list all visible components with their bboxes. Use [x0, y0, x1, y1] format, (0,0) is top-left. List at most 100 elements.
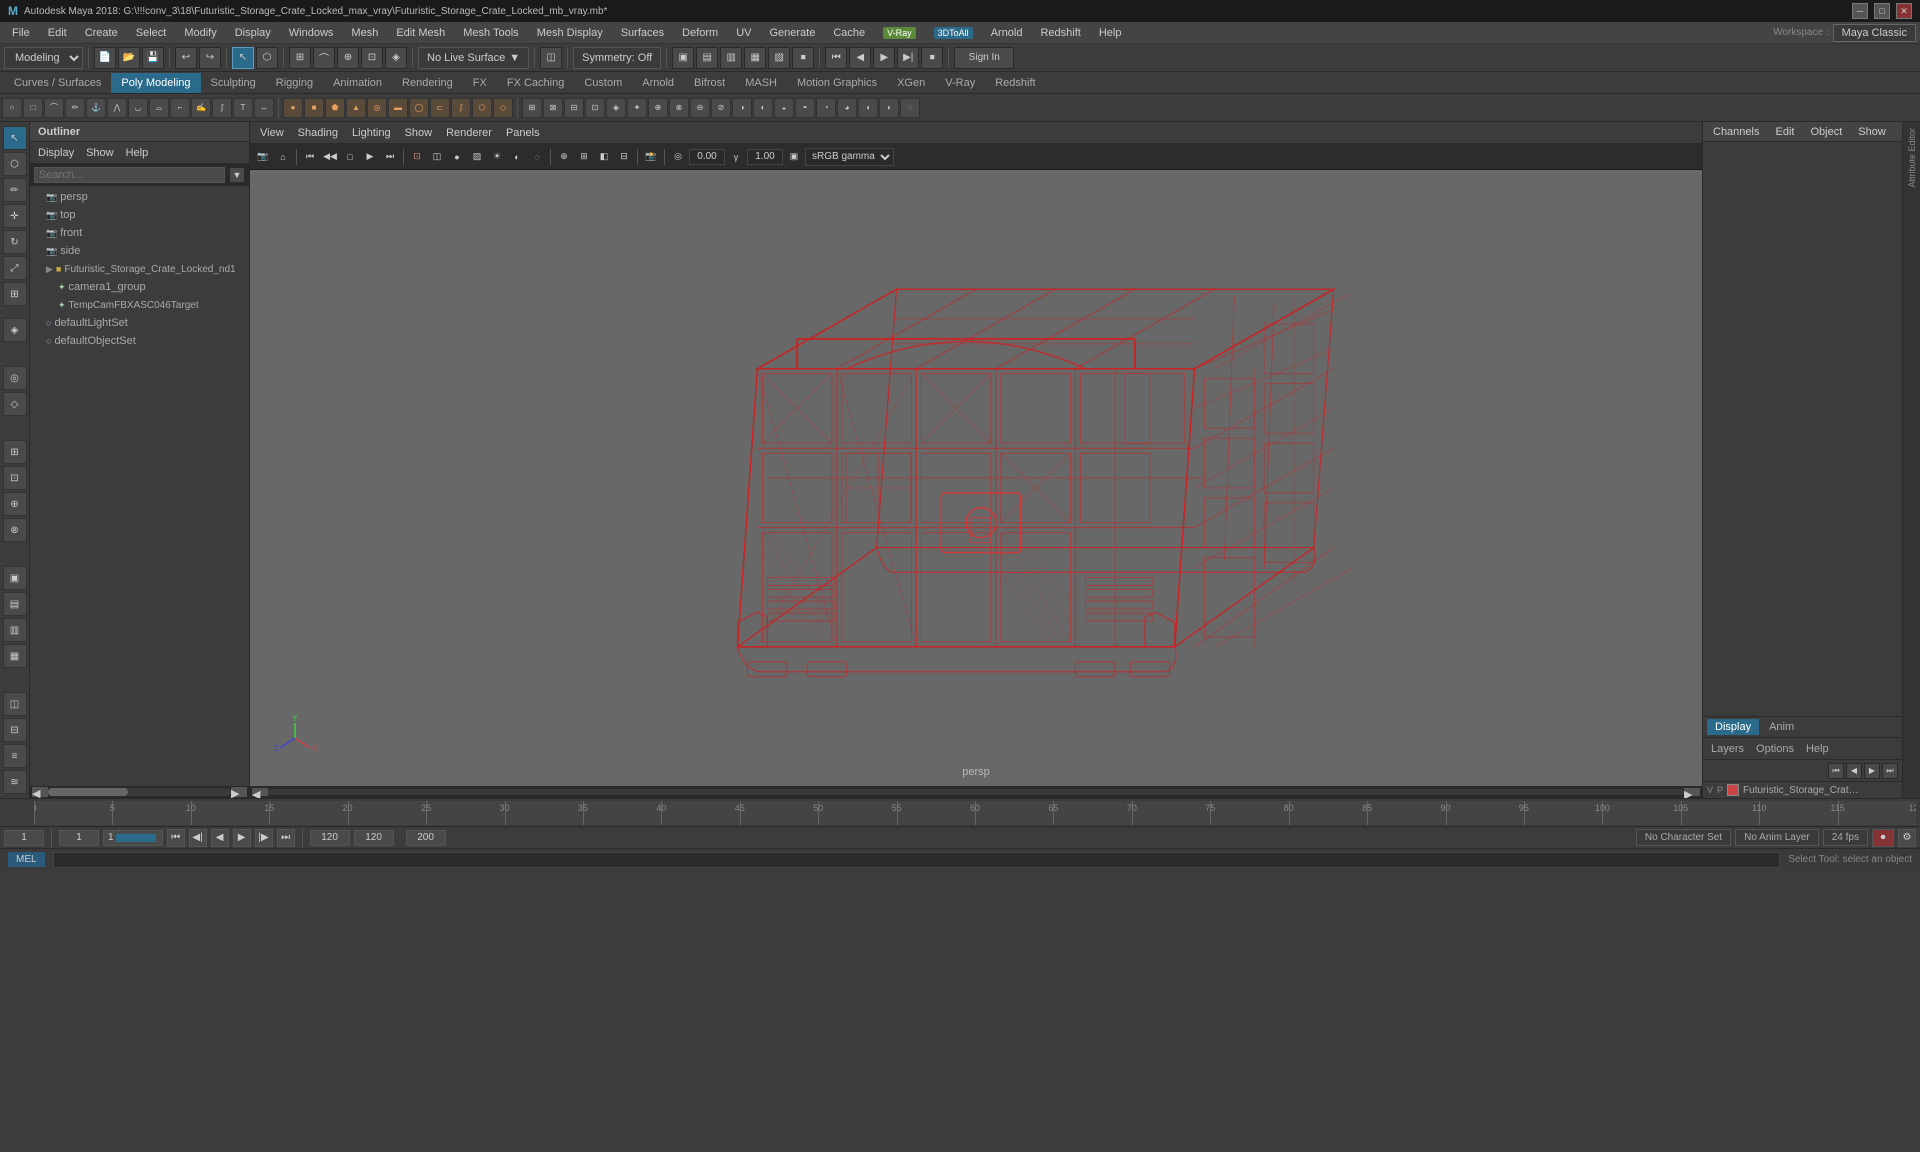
viewport-bottom-scrollbar[interactable]: ◀ ▶: [250, 786, 1702, 798]
vp-xray-btn[interactable]: ◌: [528, 148, 546, 166]
soft-mod-tool[interactable]: ◎: [3, 366, 27, 390]
vp-light-btn[interactable]: ☀: [488, 148, 506, 166]
symmetry-btn[interactable]: Symmetry: Off: [573, 47, 661, 69]
target-weld-tool[interactable]: ◐: [753, 98, 773, 118]
tab-rendering[interactable]: Rendering: [392, 73, 463, 93]
layer-item[interactable]: V P Futuristic_Storage_Crate_Lock: [1703, 782, 1902, 798]
lasso-select-tool[interactable]: ⬡: [3, 152, 27, 176]
menu-windows[interactable]: Windows: [281, 23, 342, 43]
tab-bifrost[interactable]: Bifrost: [684, 73, 735, 93]
tab-rigging[interactable]: Rigging: [266, 73, 323, 93]
sphere-tool[interactable]: ●: [283, 98, 303, 118]
outliner-item-default-object-set[interactable]: ○ defaultObjectSet: [30, 332, 249, 350]
render-stop-btn[interactable]: ⏹: [792, 47, 814, 69]
outliner-scroll-track[interactable]: [48, 788, 231, 796]
vp-shad2-btn[interactable]: ◐: [508, 148, 526, 166]
left-snap-obj[interactable]: ⊡: [3, 466, 27, 490]
signin-btn[interactable]: Sign In: [954, 47, 1014, 69]
vp-shaded-btn[interactable]: ◫: [428, 148, 446, 166]
menu-edit[interactable]: Edit: [40, 23, 75, 43]
select-tool[interactable]: ↖: [3, 126, 27, 150]
anim-play-btn[interactable]: ▶: [873, 47, 895, 69]
snap-view-btn[interactable]: ⊡: [361, 47, 383, 69]
measure-tool[interactable]: ↔: [254, 98, 274, 118]
anim-stop-btn[interactable]: ⏹: [921, 47, 943, 69]
tab-sculpting[interactable]: Sculpting: [201, 73, 266, 93]
vp-menu-panels[interactable]: Panels: [500, 125, 546, 141]
menu-mesh-tools[interactable]: Mesh Tools: [455, 23, 526, 43]
menu-3dtall[interactable]: 3DToAll: [926, 23, 981, 43]
plane-tool[interactable]: ▬: [388, 98, 408, 118]
wedge-tool[interactable]: ◑: [732, 98, 752, 118]
scroll-left-btn[interactable]: ◀: [32, 787, 48, 797]
outliner-item-side[interactable]: 📷 side: [30, 242, 249, 260]
bezier-tool[interactable]: ⋀: [107, 98, 127, 118]
sculpt-tool[interactable]: ◔: [816, 98, 836, 118]
ch-tab-object[interactable]: Object: [1804, 124, 1848, 140]
menu-modify[interactable]: Modify: [176, 23, 224, 43]
move-tool[interactable]: ✛: [3, 204, 27, 228]
text-tool[interactable]: T: [233, 98, 253, 118]
edge-flow-tool[interactable]: ⊗: [669, 98, 689, 118]
snap-surf-btn[interactable]: ◈: [385, 47, 407, 69]
vp-home-btn[interactable]: ⌂: [274, 148, 292, 166]
snap-curve-btn[interactable]: ⌒: [313, 47, 335, 69]
key-settings-btn[interactable]: ⚙: [1898, 829, 1916, 847]
range-end-input[interactable]: [354, 830, 394, 846]
vp-frame-btn[interactable]: □: [341, 148, 359, 166]
undo-btn[interactable]: ↩: [175, 47, 197, 69]
outliner-search-btn[interactable]: ▼: [229, 167, 245, 183]
fps-btn[interactable]: 24 fps: [1823, 829, 1868, 846]
menu-display[interactable]: Display: [227, 23, 279, 43]
left-snap-grid[interactable]: ⊞: [3, 440, 27, 464]
tab-xgen[interactable]: XGen: [887, 73, 935, 93]
torus-tool[interactable]: ◎: [367, 98, 387, 118]
vp-scroll-left[interactable]: ◀: [252, 788, 268, 796]
vp-srgb-btn[interactable]: ▣: [785, 148, 803, 166]
menu-create[interactable]: Create: [77, 23, 126, 43]
redo-btn[interactable]: ↪: [199, 47, 221, 69]
pipe-tool[interactable]: ⊏: [430, 98, 450, 118]
vp-camera-btn[interactable]: 📷: [254, 148, 272, 166]
vp-wireframe-btn[interactable]: ⊡: [408, 148, 426, 166]
vp-isolate-btn[interactable]: ⊕: [555, 148, 573, 166]
max-frame-input[interactable]: [406, 830, 446, 846]
anim-prev-btn[interactable]: ⏮: [825, 47, 847, 69]
left-misc3[interactable]: ≡: [3, 744, 27, 768]
play-fwd-btn[interactable]: ▶: [233, 829, 251, 847]
menu-generate[interactable]: Generate: [761, 23, 823, 43]
soccer-tool[interactable]: ⬡: [472, 98, 492, 118]
range-start-input[interactable]: [59, 830, 99, 846]
vp-screenshot-btn[interactable]: 📸: [642, 148, 660, 166]
outliner-item-top[interactable]: 📷 top: [30, 206, 249, 224]
vp-exposure-input[interactable]: [689, 149, 725, 165]
left-display3[interactable]: ▥: [3, 618, 27, 642]
title-bar-right[interactable]: ─ □ ✕: [1852, 3, 1912, 19]
ch-tab-show[interactable]: Show: [1852, 124, 1892, 140]
transform-tool[interactable]: ⊞: [3, 282, 27, 306]
pen-tool[interactable]: ✏: [65, 98, 85, 118]
layer-tab-help[interactable]: Help: [1802, 741, 1833, 757]
no-anim-layer-btn[interactable]: No Anim Layer: [1735, 829, 1819, 846]
arc-tool1[interactable]: ◡: [128, 98, 148, 118]
square-tool[interactable]: □: [23, 98, 43, 118]
vp-viewport-btn[interactable]: ⊟: [615, 148, 633, 166]
vp-menu-shading[interactable]: Shading: [292, 125, 344, 141]
bridge-tool[interactable]: ⊠: [543, 98, 563, 118]
fill-hole-tool[interactable]: ⊟: [564, 98, 584, 118]
vp-exposure-btn[interactable]: ◎: [669, 148, 687, 166]
mel-python-toggle[interactable]: MEL: [8, 852, 45, 867]
outliner-item-futuristic[interactable]: ▶ ■ Futuristic_Storage_Crate_Locked_nd1: [30, 260, 249, 278]
relax-tool[interactable]: ◖: [858, 98, 878, 118]
outliner-scroll-thumb[interactable]: [48, 788, 128, 796]
menu-edit-mesh[interactable]: Edit Mesh: [388, 23, 453, 43]
outliner-item-persp[interactable]: 📷 persp: [30, 188, 249, 206]
outliner-menu-display[interactable]: Display: [34, 145, 78, 161]
menu-redshift[interactable]: Redshift: [1032, 23, 1088, 43]
mode-dropdown[interactable]: Modeling: [4, 47, 83, 69]
vp-scroll-right[interactable]: ▶: [1684, 788, 1700, 796]
tab-fx[interactable]: FX: [463, 73, 497, 93]
step-back-btn[interactable]: ◀|: [189, 829, 207, 847]
render-preview-btn[interactable]: ▣: [672, 47, 694, 69]
outliner-scrollbar[interactable]: ◀ ▶: [30, 786, 249, 798]
